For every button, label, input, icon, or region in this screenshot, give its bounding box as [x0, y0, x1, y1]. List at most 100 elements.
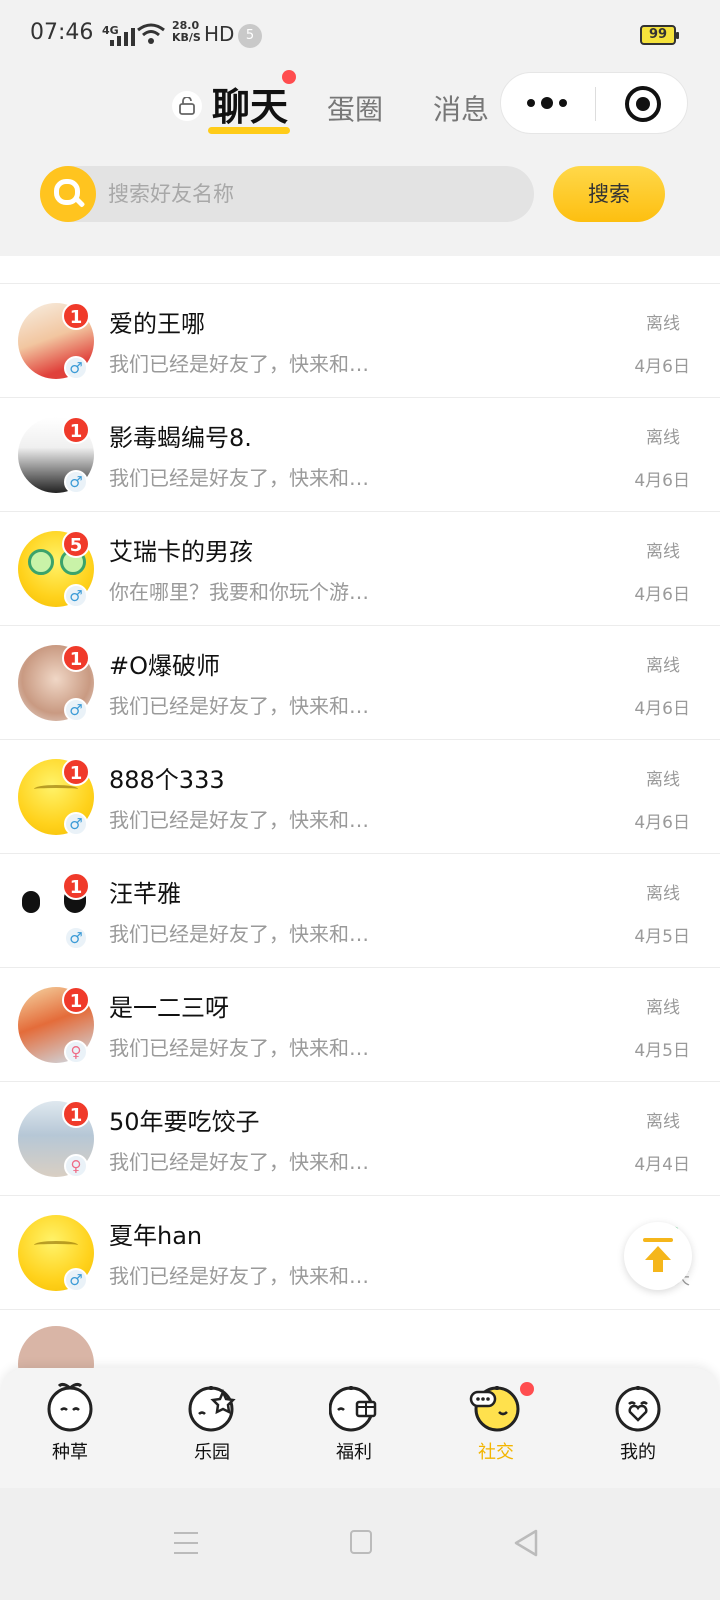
tab-mine[interactable]: 我的: [578, 1380, 698, 1480]
tab-social[interactable]: 社交: [436, 1380, 556, 1480]
signal-icon: [110, 26, 135, 46]
unread-badge: 1: [62, 758, 90, 786]
bottom-tab-bar: 种草 乐园 福利 社交 我的: [0, 1368, 720, 1488]
tab-chat[interactable]: 聊天: [212, 76, 288, 131]
online-status: 离线: [646, 998, 680, 1018]
tab-label: 福利: [336, 1442, 372, 1463]
message-preview: 我们已经是好友了，快来和…: [109, 352, 369, 376]
contact-name: 影毒蝎编号8.: [109, 424, 252, 452]
male-icon: ♂: [64, 926, 88, 950]
contact-name: #O爆破师: [109, 652, 220, 680]
gift-face-icon: [329, 1386, 377, 1432]
contact-name: 50年要吃饺子: [109, 1108, 260, 1136]
tab-egg-circle[interactable]: 蛋圈: [327, 88, 383, 128]
online-status: 离线: [646, 884, 680, 904]
header: 聊天 蛋圈 消息 搜索: [0, 70, 720, 256]
male-icon: ♂: [64, 812, 88, 836]
list-item[interactable]: 1 ♂ 爱的王哪 我们已经是好友了，快来和… 离线 4月6日: [0, 284, 720, 398]
system-nav-bar: [0, 1488, 720, 1600]
tab-messages[interactable]: 消息: [433, 88, 489, 128]
message-date: 4月6日: [634, 813, 690, 833]
unread-badge: 1: [62, 302, 90, 330]
male-icon: ♂: [64, 356, 88, 380]
battery-icon: 99: [640, 25, 679, 45]
message-date: 4月6日: [634, 471, 690, 491]
tab-label: 我的: [620, 1442, 656, 1463]
online-status: 离线: [646, 770, 680, 790]
partial-list-item-bottom[interactable]: [0, 1308, 720, 1368]
tab-seedling[interactable]: 种草: [10, 1380, 130, 1480]
active-tab-indicator: [208, 127, 290, 134]
chat-list[interactable]: 1 ♂ 爱的王哪 我们已经是好友了，快来和… 离线 4月6日 1 ♂ 影毒蝎编号…: [0, 256, 720, 1368]
tab-park[interactable]: 乐园: [152, 1380, 272, 1480]
tab-social-dot: [520, 1382, 534, 1396]
list-item[interactable]: 1 ♂ 888个333 我们已经是好友了，快来和… 离线 4月6日: [0, 740, 720, 854]
female-icon: ♀: [64, 1040, 88, 1064]
message-preview: 我们已经是好友了，快来和…: [109, 1264, 369, 1288]
contact-name: 汪芊雅: [109, 880, 181, 908]
partial-list-item-top[interactable]: [0, 256, 720, 284]
star-face-icon: [188, 1386, 236, 1432]
list-item[interactable]: 1 ♂ 影毒蝎编号8. 我们已经是好友了，快来和… 离线 4月6日: [0, 398, 720, 512]
unread-badge: 1: [62, 416, 90, 444]
message-preview: 我们已经是好友了，快来和…: [109, 1150, 369, 1174]
list-item[interactable]: ♂ 夏年han 我们已经是好友了，快来和… 在线 昨天: [0, 1196, 720, 1310]
menu-icon[interactable]: [174, 1532, 198, 1554]
unread-badge: 1: [62, 986, 90, 1014]
tab-label: 种草: [52, 1442, 88, 1463]
tab-label: 社交: [478, 1442, 514, 1463]
unread-badge: 1: [62, 644, 90, 672]
search-box: [40, 166, 534, 222]
seedling-face-icon: [47, 1382, 93, 1432]
male-icon: ♂: [64, 470, 88, 494]
message-preview: 你在哪里？我要和你玩个游…: [109, 580, 369, 604]
close-target-icon[interactable]: [625, 86, 661, 122]
heart-face-icon: [615, 1386, 661, 1432]
list-item[interactable]: 1 ♂ 汪芊雅 我们已经是好友了，快来和… 离线 4月5日: [0, 854, 720, 968]
message-date: 4月6日: [634, 357, 690, 377]
message-date: 4月5日: [634, 927, 690, 947]
message-date: 4月6日: [634, 699, 690, 719]
capsule-divider: [595, 87, 596, 121]
lock-icon[interactable]: [172, 91, 202, 121]
tab-chat-dot: [282, 70, 296, 84]
male-icon: ♂: [64, 698, 88, 722]
search-button[interactable]: 搜索: [553, 166, 665, 222]
tab-label: 乐园: [194, 1442, 230, 1463]
online-status: 离线: [646, 656, 680, 676]
contact-name: 888个333: [109, 766, 225, 794]
list-item[interactable]: 5 ♂ 艾瑞卡的男孩 你在哪里？我要和你玩个游… 离线 4月6日: [0, 512, 720, 626]
chat-face-icon: [469, 1386, 520, 1432]
male-icon: ♂: [64, 584, 88, 608]
female-icon: ♀: [64, 1154, 88, 1178]
search-input[interactable]: [108, 166, 518, 222]
back-icon[interactable]: [512, 1528, 540, 1558]
status-time: 07:46: [30, 20, 94, 45]
message-date: 4月4日: [634, 1155, 690, 1175]
back-to-top-button[interactable]: [624, 1222, 692, 1290]
message-preview: 我们已经是好友了，快来和…: [109, 922, 369, 946]
list-item[interactable]: 1 ♀ 是一二三呀 我们已经是好友了，快来和… 离线 4月5日: [0, 968, 720, 1082]
contact-name: 爱的王哪: [109, 310, 205, 338]
unread-badge: 1: [62, 1100, 90, 1128]
home-icon[interactable]: [350, 1530, 372, 1554]
unread-badge: 1: [62, 872, 90, 900]
message-date: 4月6日: [634, 585, 690, 605]
tab-welfare[interactable]: 福利: [294, 1380, 414, 1480]
status-bar: 07:46 4G 28.0 KB/S HD 5 99: [0, 0, 720, 70]
message-preview: 我们已经是好友了，快来和…: [109, 808, 369, 832]
message-preview: 我们已经是好友了，快来和…: [109, 694, 369, 718]
message-preview: 我们已经是好友了，快来和…: [109, 1036, 369, 1060]
more-icon[interactable]: [527, 91, 567, 115]
list-item[interactable]: 1 ♂ #O爆破师 我们已经是好友了，快来和… 离线 4月6日: [0, 626, 720, 740]
hd-indicator: HD: [204, 22, 235, 46]
online-status: 离线: [646, 1112, 680, 1132]
list-item[interactable]: 1 ♀ 50年要吃饺子 我们已经是好友了，快来和… 离线 4月4日: [0, 1082, 720, 1196]
network-speed: 28.0 KB/S: [172, 19, 201, 44]
message-preview: 我们已经是好友了，快来和…: [109, 466, 369, 490]
search-icon[interactable]: [40, 166, 96, 222]
online-status: 离线: [646, 542, 680, 562]
online-status: 离线: [646, 428, 680, 448]
message-date: 4月5日: [634, 1041, 690, 1061]
contact-name: 是一二三呀: [109, 994, 229, 1022]
